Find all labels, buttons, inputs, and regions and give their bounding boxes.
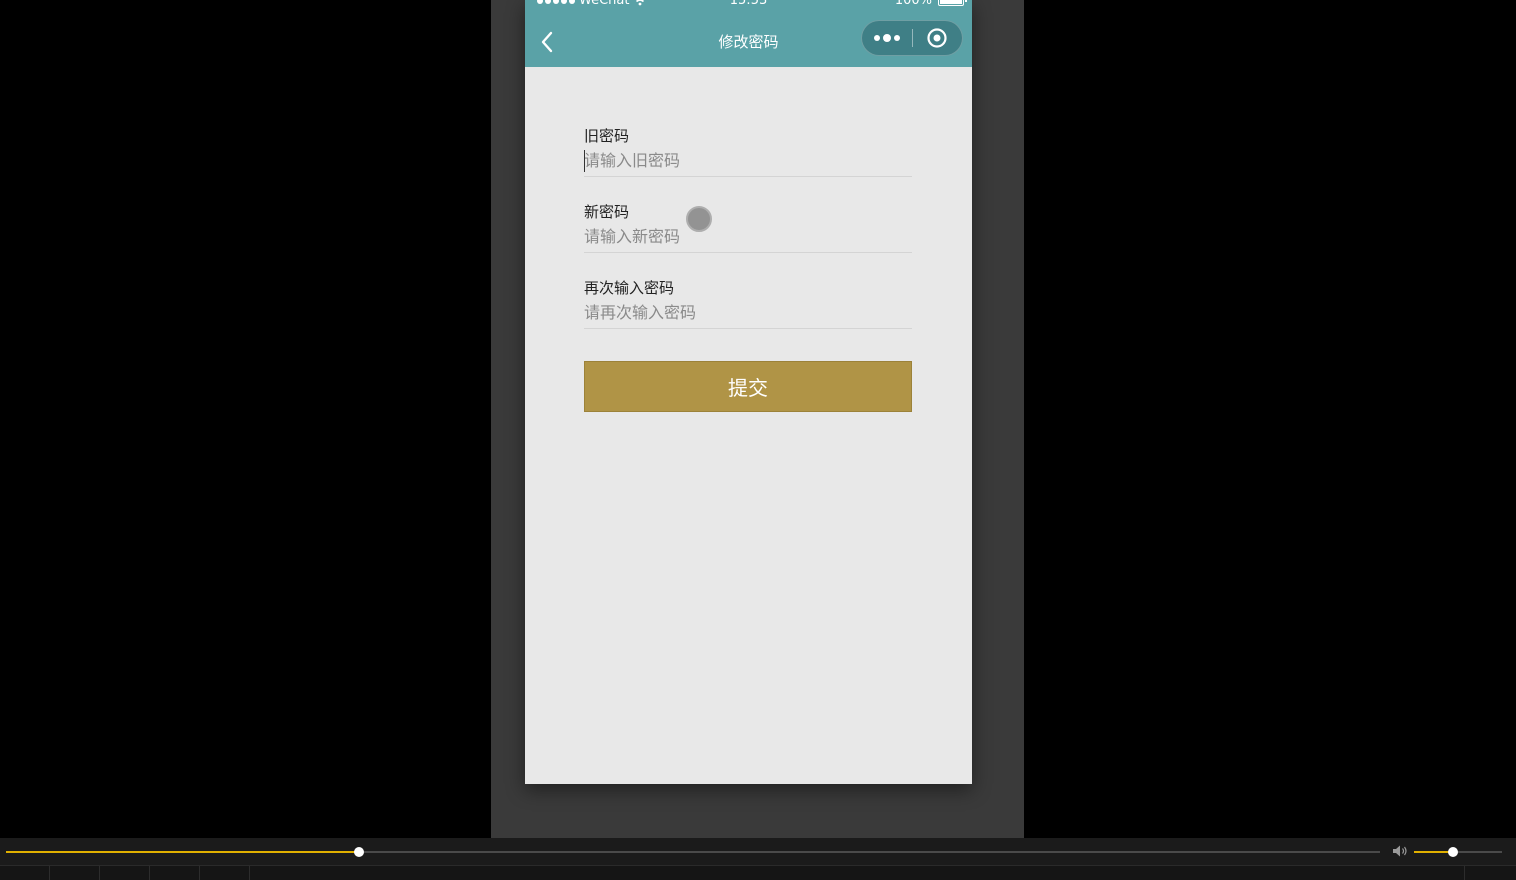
battery-percent: 100% [894,0,932,8]
control-button[interactable] [0,866,50,880]
change-password-form: 旧密码 新密码 再次输入密码 提交 [584,126,912,412]
new-password-field: 新密码 [584,202,912,253]
volume-icon[interactable] [1392,844,1408,858]
control-button[interactable] [200,866,250,880]
close-miniprogram-button[interactable] [912,21,962,55]
playback-progress-bar[interactable] [6,847,1380,857]
text-caret [584,150,585,172]
confirm-password-field: 再次输入密码 [584,278,912,329]
control-button[interactable] [150,866,200,880]
touch-cursor-indicator [686,206,712,232]
status-bar: WeChat 15:53 100% [525,0,972,13]
phone-screen: WeChat 15:53 100% 修改密码 旧密码 新密码 再次输入密码 提交 [525,0,972,784]
control-divider [1464,866,1465,880]
navigation-bar: WeChat 15:53 100% 修改密码 [525,0,972,67]
battery-icon [938,0,967,6]
old-password-label: 旧密码 [584,127,630,145]
more-dots-icon [873,34,900,42]
old-password-field: 旧密码 [584,126,912,177]
new-password-label: 新密码 [584,203,630,221]
old-password-input[interactable] [584,148,912,172]
volume-fill [1414,851,1453,853]
video-player-controls [0,838,1516,880]
status-right: 100% [894,0,967,8]
volume-slider[interactable] [1414,847,1502,857]
volume-handle[interactable] [1447,847,1458,857]
target-circle-icon [927,28,947,48]
control-button[interactable] [50,866,100,880]
progress-fill [6,851,360,853]
confirm-password-input[interactable] [584,300,912,324]
control-strip [0,865,1516,880]
control-button[interactable] [100,866,150,880]
progress-handle[interactable] [354,847,365,857]
submit-button[interactable]: 提交 [584,361,912,412]
new-password-input[interactable] [584,224,912,248]
confirm-password-label: 再次输入密码 [584,279,675,297]
menu-capsule [861,20,963,56]
more-button[interactable] [862,21,912,55]
video-stage: WeChat 15:53 100% 修改密码 旧密码 新密码 再次输入密码 提交 [0,0,1516,838]
